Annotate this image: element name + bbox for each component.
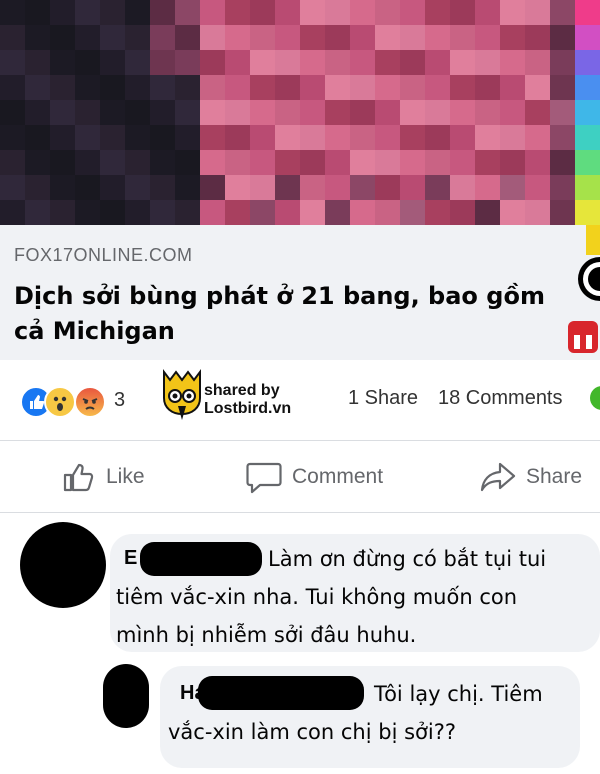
lostbird-watermark: shared by Lostbird.vn: [160, 368, 320, 430]
comment-item: Ha Tôi lạy chị. Tiêm vắc-xin làm con chị…: [0, 652, 600, 774]
share-arrow-icon: [480, 462, 516, 492]
watermark-line1: shared by: [204, 382, 280, 399]
watermark-line2: Lostbird.vn: [204, 400, 292, 417]
comment-text: Tôi lạy chị. Tiêm vắc-xin làm con chị bị…: [168, 682, 543, 744]
avatar[interactable]: [20, 522, 106, 608]
comment-text: Làm ơn đừng có bắt tụi tui tiêm vắc-xin …: [116, 547, 547, 647]
like-button[interactable]: Like: [62, 460, 145, 494]
link-domain: FOX17ONLINE.COM: [14, 245, 193, 265]
post-stats: 3 shared by Lostbird.vn 1 Share 18 Comme…: [0, 360, 600, 440]
lostbird-logo-icon: [163, 369, 201, 420]
green-badge-fragment: [590, 386, 600, 410]
wow-reaction-icon: [44, 386, 76, 418]
share-label: Share: [526, 465, 583, 488]
comment-button[interactable]: Comment: [246, 460, 383, 494]
post-actions: Like Comment Share: [0, 440, 600, 512]
share-button[interactable]: Share: [480, 460, 582, 494]
comment-icon: [246, 462, 282, 494]
link-preview[interactable]: FOX17ONLINE.COM Dịch sởi bùng phát ở 21 …: [0, 225, 600, 360]
pixelated-image: [0, 0, 600, 225]
angry-reaction-icon: [74, 386, 106, 418]
comment-label: Comment: [292, 465, 384, 488]
reaction-count[interactable]: 3: [114, 389, 125, 412]
share-count[interactable]: 1 Share: [348, 387, 418, 410]
avatar[interactable]: [103, 664, 149, 728]
like-label: Like: [106, 465, 145, 488]
sticker-decoration: [566, 225, 600, 360]
rainbow-strip: [575, 0, 600, 225]
comment-item: E Làm ơn đừng có bắt tụi tui tiêm vắc-xi…: [0, 512, 600, 652]
censored-photo: [0, 0, 600, 225]
link-headline[interactable]: Dịch sởi bùng phát ở 21 bang, bao gồm cả…: [14, 279, 554, 349]
comment-count[interactable]: 18 Comments: [438, 387, 563, 410]
thumbs-up-icon: [63, 463, 94, 492]
